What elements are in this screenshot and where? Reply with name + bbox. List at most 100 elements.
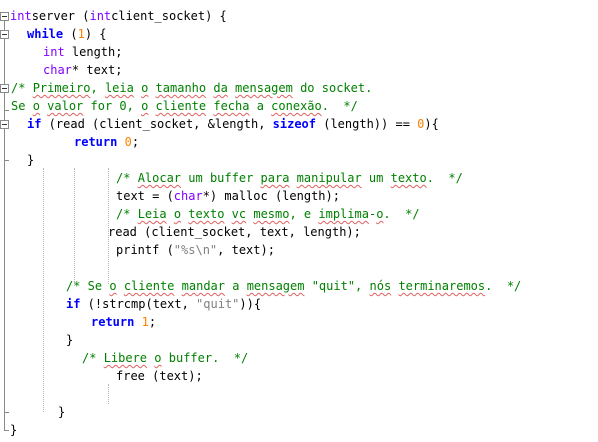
code-token: printf ( <box>116 243 174 257</box>
code-token: mensagem <box>235 81 293 95</box>
code-token: fecha <box>213 99 250 113</box>
code-token: server ( <box>31 9 90 23</box>
fold-toggle-server-icon[interactable] <box>0 12 9 21</box>
code-token: length; <box>64 45 123 59</box>
fold-line <box>4 39 5 84</box>
code-token: . */ <box>321 99 358 113</box>
code-line[interactable]: } <box>27 151 34 169</box>
code-token: . */ <box>426 171 463 185</box>
fold-end-tick <box>4 412 9 413</box>
code-token: read (client_socket, text, length); <box>108 225 361 239</box>
fold-toggle-comment-icon[interactable] <box>0 84 9 93</box>
code-token: , <box>90 81 105 95</box>
code-token: /* <box>116 171 138 185</box>
code-line[interactable]: return 0; <box>74 133 139 151</box>
code-token: mensagem <box>246 279 305 293</box>
code-line[interactable]: while (1) { <box>27 25 107 43</box>
code-token: valor <box>47 99 84 113</box>
code-line[interactable]: text = (char*) malloc (length); <box>116 187 340 205</box>
code-line[interactable]: /* Leia o texto vc mesmo, e implima-o. *… <box>116 205 420 223</box>
code-token: . */ <box>485 279 522 293</box>
indent-guide <box>74 168 75 284</box>
code-line[interactable]: /* Libere o buffer. */ <box>82 349 248 367</box>
code-token: } <box>58 405 66 419</box>
code-token: /* <box>82 351 104 365</box>
code-token: ; <box>148 315 157 329</box>
code-token: terminaremos <box>398 279 486 293</box>
code-token: conexão <box>271 99 322 113</box>
code-token: o <box>173 207 182 221</box>
code-token: mesmo <box>253 207 290 221</box>
code-token: text = ( <box>116 189 174 203</box>
code-line[interactable]: /* Alocar um buffer para manipular um te… <box>116 169 463 187</box>
code-token: tamanho <box>155 81 207 95</box>
code-line[interactable]: free (text); <box>116 367 203 385</box>
code-token: int <box>43 45 65 59</box>
code-token: um <box>361 171 391 185</box>
code-line[interactable]: int length; <box>43 43 122 61</box>
code-line[interactable]: Se o valor for 0, o cliente fecha a cone… <box>11 97 358 115</box>
code-token: sizeof <box>272 117 316 131</box>
code-token: o <box>154 351 162 365</box>
code-token: "%s\n" <box>173 243 218 257</box>
code-token: )) <box>239 297 254 311</box>
code-token: leia <box>104 81 134 95</box>
fold-end-tick <box>4 430 9 431</box>
code-token: } <box>66 333 74 347</box>
code-token: 0 <box>124 135 132 149</box>
code-token: } <box>27 153 35 167</box>
code-line[interactable]: if (read (client_socket, &length, sizeof… <box>27 115 439 133</box>
code-token: free (text); <box>116 369 203 383</box>
code-token: /* <box>116 207 138 221</box>
code-line[interactable]: intserver (intclient_socket) { <box>10 7 227 25</box>
code-token: um buffer <box>181 171 261 185</box>
code-line[interactable]: if (!strcmp(text, "quit")){ <box>66 295 261 313</box>
fold-end-tick <box>4 160 9 161</box>
code-token: Alocar <box>137 171 182 185</box>
code-line[interactable]: char* text; <box>43 61 122 79</box>
code-token: /* <box>11 81 33 95</box>
code-token: cliente <box>123 279 175 293</box>
code-token: para <box>260 171 290 185</box>
code-token: (length)) == <box>316 117 418 131</box>
code-line[interactable]: /* Primeiro, leia o tamanho da mensagem … <box>11 79 372 97</box>
code-line[interactable]: } <box>58 403 65 421</box>
code-token: o <box>32 99 40 113</box>
code-token: /* Se <box>66 279 110 293</box>
code-token: ( <box>63 27 78 41</box>
code-line[interactable]: return 1; <box>91 313 156 331</box>
code-token: int <box>89 9 112 23</box>
fold-gutter <box>0 0 10 442</box>
code-line[interactable]: /* Se o cliente mandar a mensagem "quit"… <box>66 277 521 295</box>
code-token: texto <box>188 207 225 221</box>
indent-guide <box>108 384 109 404</box>
code-token: o <box>109 279 117 293</box>
code-token: . */ <box>383 207 420 221</box>
fold-toggle-while-icon[interactable] <box>0 30 9 39</box>
code-line[interactable]: printf ("%s\n", text); <box>116 241 275 259</box>
code-token: a <box>225 279 247 293</box>
code-token: do socket. <box>292 81 373 95</box>
code-line[interactable]: read (client_socket, text, length); <box>108 223 361 241</box>
indent-guide <box>43 168 44 412</box>
code-line[interactable]: } <box>10 421 17 439</box>
code-token: ) <box>424 117 432 131</box>
fold-line <box>4 21 5 30</box>
code-line[interactable]: } <box>66 331 73 349</box>
code-token: 1 <box>77 27 85 41</box>
fold-line <box>4 129 5 431</box>
code-token: char <box>43 63 72 77</box>
fold-toggle-if-icon[interactable] <box>0 120 9 129</box>
code-token: nós <box>369 279 392 293</box>
code-token: ) { <box>84 27 107 41</box>
fold-end-tick <box>4 110 9 111</box>
code-editor[interactable]: intserver (intclient_socket) { while (1)… <box>0 0 598 442</box>
code-token: Libere <box>103 351 148 365</box>
